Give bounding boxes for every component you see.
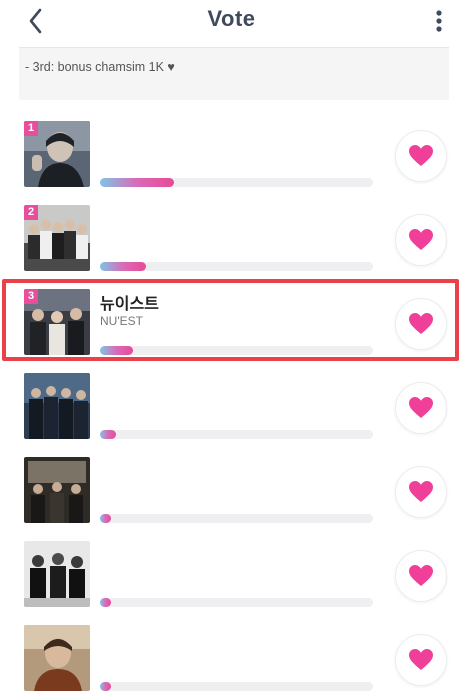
vote-heart-button[interactable] [395,382,447,434]
candidate-name: 뉴이스트 [100,296,159,313]
candidate-photo [24,457,90,523]
vote-progress-bar [100,430,373,439]
candidate-row[interactable] [0,454,463,524]
candidate-photo [24,373,90,439]
heart-icon [409,565,433,586]
candidate-row[interactable]: 2 [0,202,463,272]
rank-badge: 2 [24,205,38,220]
vote-progress-bar [100,598,373,607]
vote-progress-bar [100,514,373,523]
vote-heart-button[interactable] [395,550,447,602]
candidate-photo [24,541,90,607]
candidate-row[interactable] [0,622,463,692]
vote-progress-fill [100,598,111,607]
vote-progress-bar [100,262,373,271]
rank-badge: 1 [24,121,38,136]
vote-progress-fill [100,262,146,271]
page-title: Vote [207,6,256,31]
vote-progress-fill [100,178,174,187]
vote-heart-button[interactable] [395,634,447,686]
more-menu-button[interactable] [429,8,449,34]
vote-heart-button[interactable] [395,466,447,518]
heart-icon [409,397,433,418]
candidate-row[interactable]: 1 [0,118,463,188]
vote-progress-fill [100,514,111,523]
vote-progress-bar [100,682,373,691]
notice-banner: - 3rd: bonus chamsim 1K ♥ [19,47,449,100]
more-vertical-icon [436,10,442,32]
heart-icon [409,313,433,334]
heart-icon [409,145,433,166]
candidate-row-selected[interactable]: 3 뉴이스트 NU'EST [0,279,463,361]
candidate-photo: 1 [24,121,90,187]
candidate-row[interactable] [0,538,463,608]
heart-icon [409,229,433,250]
candidate-photo: 2 [24,205,90,271]
top-bar: Vote [0,0,463,42]
candidate-photo: 3 [24,289,90,355]
vote-heart-button[interactable] [395,298,447,350]
vote-progress-bar [100,178,373,187]
vote-progress-bar [100,346,373,355]
candidate-row[interactable] [0,370,463,440]
vote-progress-fill [100,346,133,355]
heart-icon [409,649,433,670]
vote-heart-button[interactable] [395,130,447,182]
vote-progress-fill [100,682,111,691]
vote-heart-button[interactable] [395,214,447,266]
heart-icon [409,481,433,502]
candidate-photo [24,625,90,691]
notice-text: - 3rd: bonus chamsim 1K ♥ [25,60,175,74]
rank-badge: 3 [24,289,38,304]
vote-progress-fill [100,430,116,439]
candidate-subtitle: NU'EST [100,314,143,328]
